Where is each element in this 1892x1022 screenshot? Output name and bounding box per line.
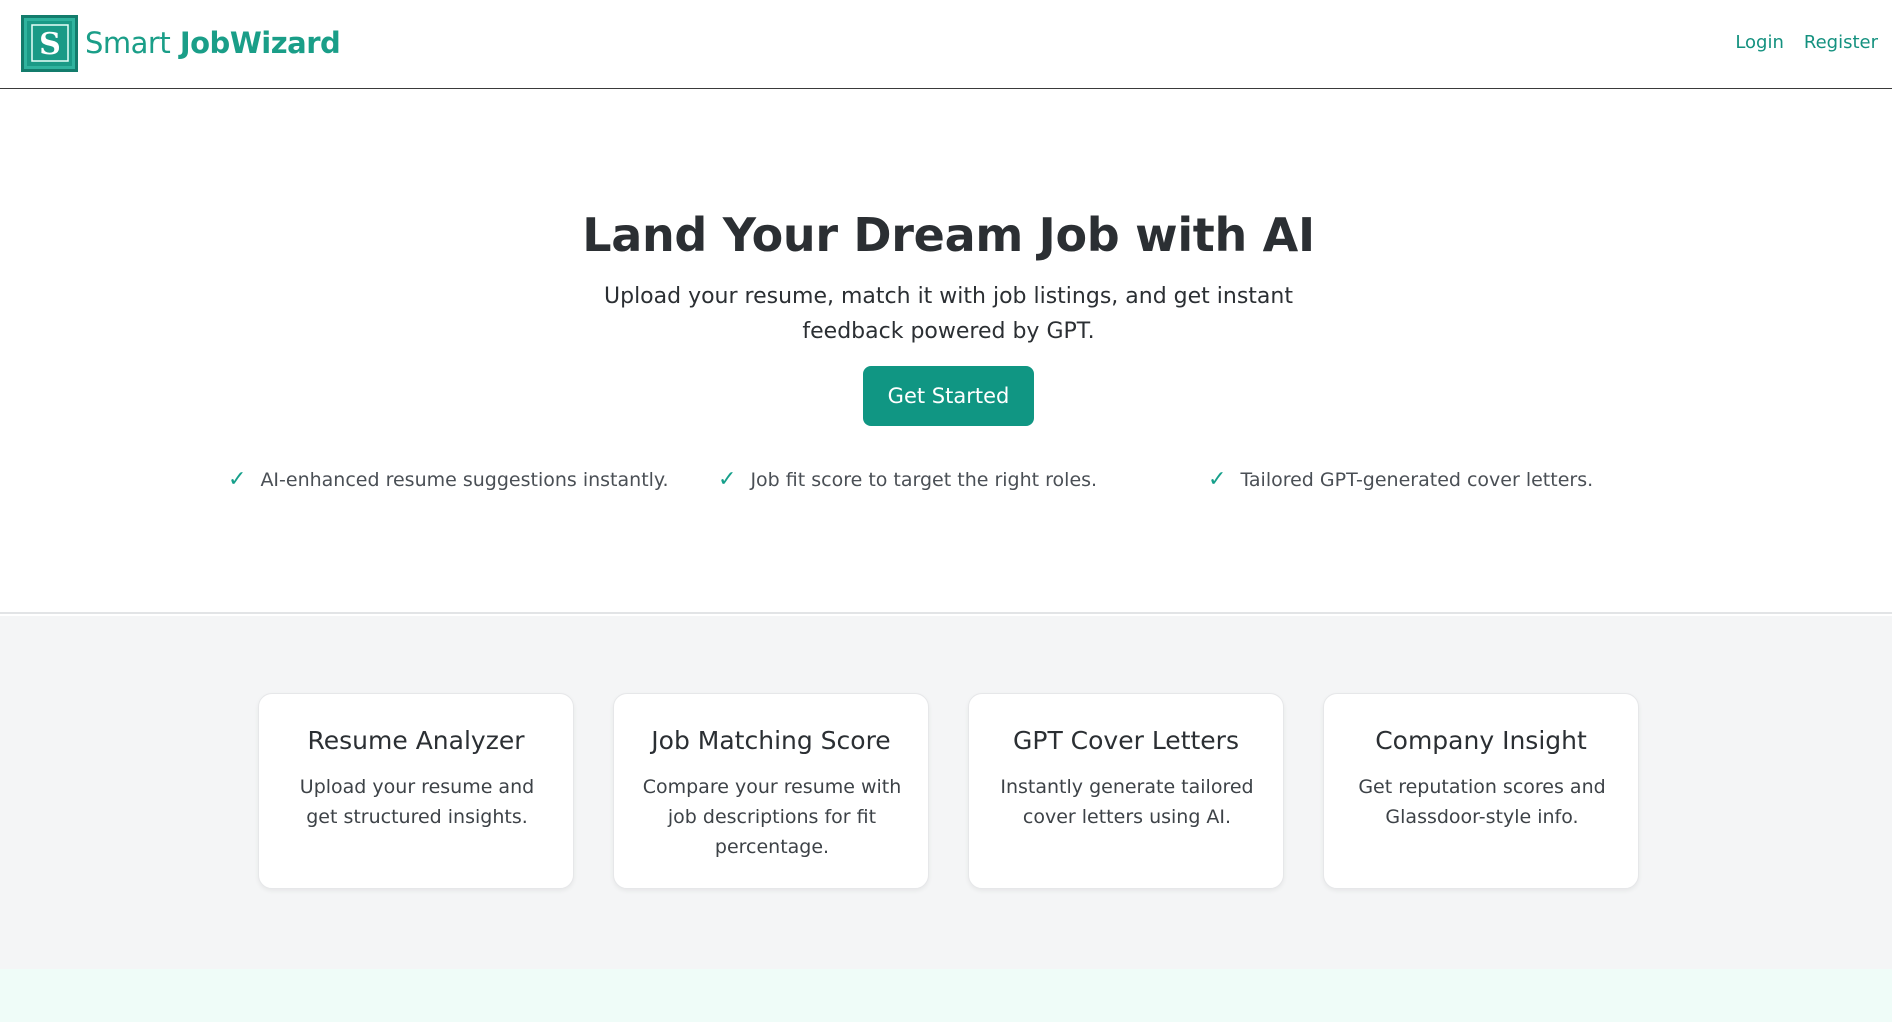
feature-card-description: Get reputation scores and Glassdoor-styl…	[1358, 776, 1606, 828]
hero-title: Land Your Dream Job with AI	[582, 208, 1315, 262]
login-link[interactable]: Login	[1735, 32, 1784, 53]
logo-icon: S	[21, 14, 78, 72]
feature-card-cover-letters: GPT Cover Letters Instantly generate tai…	[968, 693, 1284, 889]
feature-bullet: ✓ Tailored GPT-generated cover letters.	[1208, 467, 1593, 492]
feature-bullet-text: Tailored GPT-generated cover letters.	[1240, 468, 1594, 491]
feature-bullet: ✓ Job fit score to target the right role…	[718, 467, 1097, 492]
feature-bullet: ✓ AI-enhanced resume suggestions instant…	[228, 467, 669, 492]
navbar: S Smart JobWizard Login Register	[0, 0, 1892, 89]
feature-card-description: Compare your resume with job description…	[642, 776, 902, 858]
bottom-section	[0, 969, 1892, 1022]
svg-text:S: S	[39, 27, 61, 62]
feature-bullet-text: AI-enhanced resume suggestions instantly…	[260, 468, 669, 491]
check-icon: ✓	[228, 467, 247, 492]
logo-s-glyph: S	[30, 24, 69, 62]
feature-card-title: GPT Cover Letters	[1013, 726, 1239, 755]
brand-name-part1: Smart	[85, 26, 171, 60]
get-started-button[interactable]: Get Started	[863, 366, 1034, 426]
feature-card-title: Job Matching Score	[651, 726, 891, 755]
nav-links: Login Register	[1735, 32, 1878, 53]
feature-bullet-text: Job fit score to target the right roles.	[750, 468, 1098, 491]
hero-subtitle: Upload your resume, match it with job li…	[604, 284, 1293, 344]
brand-logo-link[interactable]: S Smart JobWizard	[21, 14, 341, 72]
feature-card-job-matching: Job Matching Score Compare your resume w…	[613, 693, 929, 889]
hero-section: Land Your Dream Job with AI Upload your …	[0, 90, 1892, 614]
check-icon: ✓	[718, 467, 737, 492]
feature-card-title: Resume Analyzer	[307, 726, 525, 755]
features-section: Resume Analyzer Upload your resume and g…	[0, 616, 1892, 969]
feature-card-title: Company Insight	[1375, 726, 1587, 755]
brand-name-part2: JobWizard	[179, 26, 341, 60]
check-icon: ✓	[1208, 467, 1227, 492]
register-link[interactable]: Register	[1804, 32, 1878, 53]
feature-card-resume-analyzer: Resume Analyzer Upload your resume and g…	[258, 693, 574, 889]
feature-card-description: Upload your resume and get structured in…	[299, 776, 535, 828]
feature-card-description: Instantly generate tailored cover letter…	[1000, 776, 1254, 828]
feature-card-company-insight: Company Insight Get reputation scores an…	[1323, 693, 1639, 889]
brand-name: Smart JobWizard	[85, 26, 341, 60]
